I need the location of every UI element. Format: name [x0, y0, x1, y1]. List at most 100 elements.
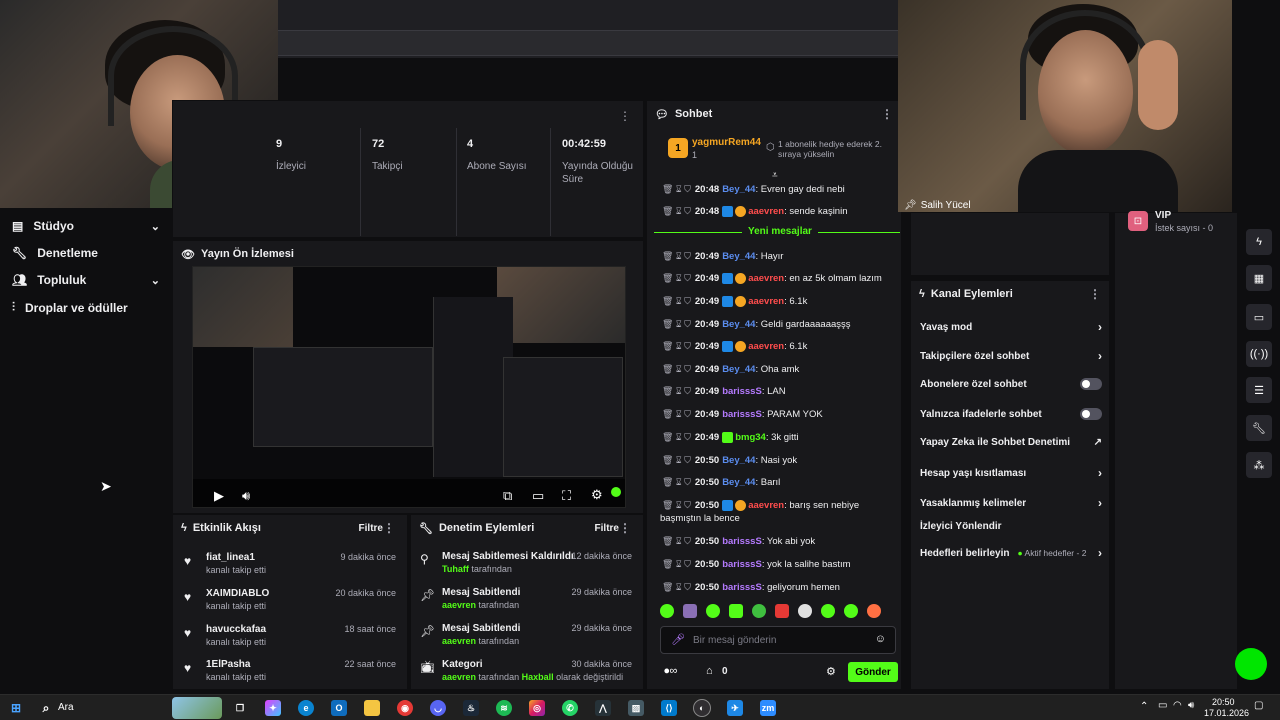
emote-icon[interactable] — [706, 604, 720, 618]
moderation-menu-icon[interactable]: ⋮ — [619, 521, 631, 535]
emote-icon[interactable] — [867, 604, 881, 618]
mod-tools-icon[interactable]: 🗑︎ ⌛︎ ⛉ — [662, 455, 691, 465]
gift-leaderboard[interactable]: 1 yagmurRem44 1 ⬡ 1 abonelik hediye eder… — [668, 136, 898, 166]
mod-tools-icon[interactable]: 🗑︎ ⌛︎ ⛉ — [662, 184, 691, 194]
mod-tools-icon[interactable]: 🗑︎ ⌛︎ ⛉ — [662, 251, 691, 261]
volume-icon[interactable]: 🔊︎ — [1188, 700, 1194, 711]
fullscreen-icon[interactable]: ⛶ — [562, 488, 571, 504]
theater-icon[interactable]: ▭ — [532, 488, 544, 504]
chat-username[interactable]: Bey_44 — [722, 364, 755, 375]
mod-tools-icon[interactable]: 🗑︎ ⌛︎ ⛉ — [662, 432, 691, 442]
mod-tools-icon[interactable]: 🗑︎ ⌛︎ ⛉ — [662, 386, 691, 396]
nav-item-drops[interactable]: ⫶ Droplar ve ödüller — [12, 300, 160, 315]
volume-icon[interactable]: 🔊︎ — [242, 488, 250, 504]
image-viewer-icon[interactable]: ▨ — [628, 700, 644, 716]
emote-icon[interactable] — [752, 604, 766, 618]
chat-username[interactable]: aaevren — [748, 500, 784, 511]
copilot-icon[interactable]: ✦ — [265, 700, 281, 716]
mod-tools-icon[interactable]: 🗑︎ ⌛︎ ⛉ — [662, 206, 691, 216]
action-slow-mode[interactable]: Yavaş mod › — [920, 320, 1102, 334]
mod-tools-icon[interactable]: 🗑︎ ⌛︎ ⛉ — [662, 500, 691, 510]
chat-username[interactable]: aaevren — [748, 273, 784, 284]
channel-actions-menu-icon[interactable]: ⋮ — [1089, 287, 1101, 301]
outlook-icon[interactable]: O — [331, 700, 347, 716]
stats-menu-icon[interactable]: ⋮ — [619, 109, 631, 123]
scroll-to-bottom-icon[interactable]: ⩡ — [772, 170, 778, 181]
chat-username[interactable]: Bey_44 — [722, 184, 755, 195]
subscribers-only-toggle[interactable] — [1080, 378, 1102, 390]
discord-icon[interactable]: ◡ — [430, 700, 446, 716]
live-status-dot[interactable] — [1235, 648, 1267, 680]
chrome-icon[interactable]: ◉ — [397, 700, 413, 716]
clipboard-tool-icon[interactable]: ▦ — [1246, 265, 1272, 291]
app-blue-icon[interactable]: ✈ — [727, 700, 743, 716]
gift-box-icon[interactable]: ⌂ — [706, 665, 713, 677]
layout-tool-icon[interactable]: ☰ — [1246, 377, 1272, 403]
network-icon[interactable]: ▭ — [1158, 700, 1167, 711]
chat-username[interactable]: barisssS — [722, 386, 762, 397]
nav-item-community[interactable]: 👥︎ Topluluk ⌄ — [12, 273, 160, 287]
action-host-viewers[interactable]: İzleyici Yönlendir — [920, 521, 1102, 532]
mod-tools-icon[interactable]: 🗑︎ ⌛︎ ⛉ — [662, 477, 691, 487]
emote-icon[interactable] — [821, 604, 835, 618]
tray-chevron-icon[interactable]: ⌃ — [1140, 701, 1148, 712]
action-account-age[interactable]: Hesap yaşı kısıtlaması › — [920, 466, 1102, 480]
channel-points-icon[interactable]: ⦁∞ — [664, 665, 677, 678]
spotify-icon[interactable]: ≋ — [496, 700, 512, 716]
chat-username[interactable]: bmg34 — [735, 432, 766, 443]
emote-icon[interactable] — [775, 604, 789, 618]
chat-username[interactable]: Bey_44 — [722, 251, 755, 262]
instagram-icon[interactable]: ◎ — [529, 700, 545, 716]
task-view-icon[interactable]: ❐ — [232, 700, 248, 716]
windows-start-icon[interactable]: ⊞ — [8, 700, 24, 716]
vscode-icon[interactable]: ⟨⟩ — [661, 700, 677, 716]
action-banned-words[interactable]: Yasaklanmış kelimeler › — [920, 496, 1102, 510]
action-ai-moderation[interactable]: Yapay Zeka ile Sohbet Denetimi ↗ — [920, 437, 1102, 448]
mod-tools-icon[interactable]: 🗑︎ ⌛︎ ⛉ — [662, 536, 691, 546]
zoom-icon[interactable]: zm — [760, 700, 776, 716]
lightning-tool-icon[interactable]: ϟ — [1246, 229, 1272, 255]
microphone-icon[interactable]: 🎤︎ — [671, 633, 685, 646]
stream-preview-video[interactable] — [192, 266, 626, 508]
action-goals[interactable]: Hedefleri belirleyin ● Aktif hedefler - … — [920, 546, 1102, 560]
mod-tools-icon[interactable]: 🗑︎ ⌛︎ ⛉ — [662, 559, 691, 569]
mod-tools-icon[interactable]: 🗑︎ ⌛︎ ⛉ — [662, 582, 691, 592]
chat-username[interactable]: barisssS — [722, 559, 762, 570]
picture-in-picture-icon[interactable]: ⧉ — [503, 488, 512, 504]
chat-tool-icon[interactable]: ▭ — [1246, 304, 1272, 330]
chat-username[interactable]: Bey_44 — [722, 455, 755, 466]
chat-input-box[interactable]: 🎤︎ Bir mesaj gönderin ☺ — [660, 626, 896, 654]
chat-settings-icon[interactable]: ⚙ — [826, 665, 836, 678]
edge-icon[interactable]: e — [298, 700, 314, 716]
wifi-icon[interactable]: ◠ — [1173, 700, 1182, 711]
file-explorer-icon[interactable] — [364, 700, 380, 716]
emote-icon[interactable] — [798, 604, 812, 618]
emote-icon[interactable] — [729, 604, 743, 618]
taskbar-date[interactable]: 17.01.2026 — [1204, 708, 1249, 718]
mod-tools-icon[interactable]: 🗑︎ ⌛︎ ⛉ — [662, 409, 691, 419]
whatsapp-icon[interactable]: ✆ — [562, 700, 578, 716]
mod-tools-icon[interactable]: 🗑︎ ⌛︎ ⛉ — [662, 319, 691, 329]
settings-icon[interactable]: ⚙ — [591, 487, 603, 503]
search-icon[interactable]: ⌕ — [38, 700, 54, 716]
chat-username[interactable]: aaevren — [748, 296, 784, 307]
obs-icon[interactable]: ◐ — [693, 699, 711, 717]
chat-username[interactable]: Bey_44 — [722, 319, 755, 330]
chat-username[interactable]: aaevren — [748, 206, 784, 217]
emote-icon[interactable] — [660, 604, 674, 618]
chat-username[interactable]: Bey_44 — [722, 477, 755, 488]
nav-item-moderation[interactable]: 🔧︎ Denetleme — [12, 246, 160, 260]
taskbar-search-label[interactable]: Ara — [58, 702, 74, 713]
chat-username[interactable]: barisssS — [722, 409, 762, 420]
mod-tools-icon[interactable]: 🗑︎ ⌛︎ ⛉ — [662, 341, 691, 351]
chat-menu-icon[interactable]: ⋮ — [881, 107, 893, 121]
gift-user[interactable]: yagmurRem44 — [692, 137, 761, 148]
taskbar-time[interactable]: 20:50 — [1212, 697, 1235, 707]
emote-icon[interactable] — [683, 604, 697, 618]
chat-username[interactable]: aaevren — [748, 341, 784, 352]
emoji-icon[interactable]: ☺ — [875, 633, 886, 645]
mod-tools-icon[interactable]: 🗑︎ ⌛︎ ⛉ — [662, 364, 691, 374]
drops-tool-icon[interactable]: ⁂ — [1246, 452, 1272, 478]
emote-icon[interactable] — [844, 604, 858, 618]
activity-menu-icon[interactable]: ⋮ — [383, 521, 395, 535]
